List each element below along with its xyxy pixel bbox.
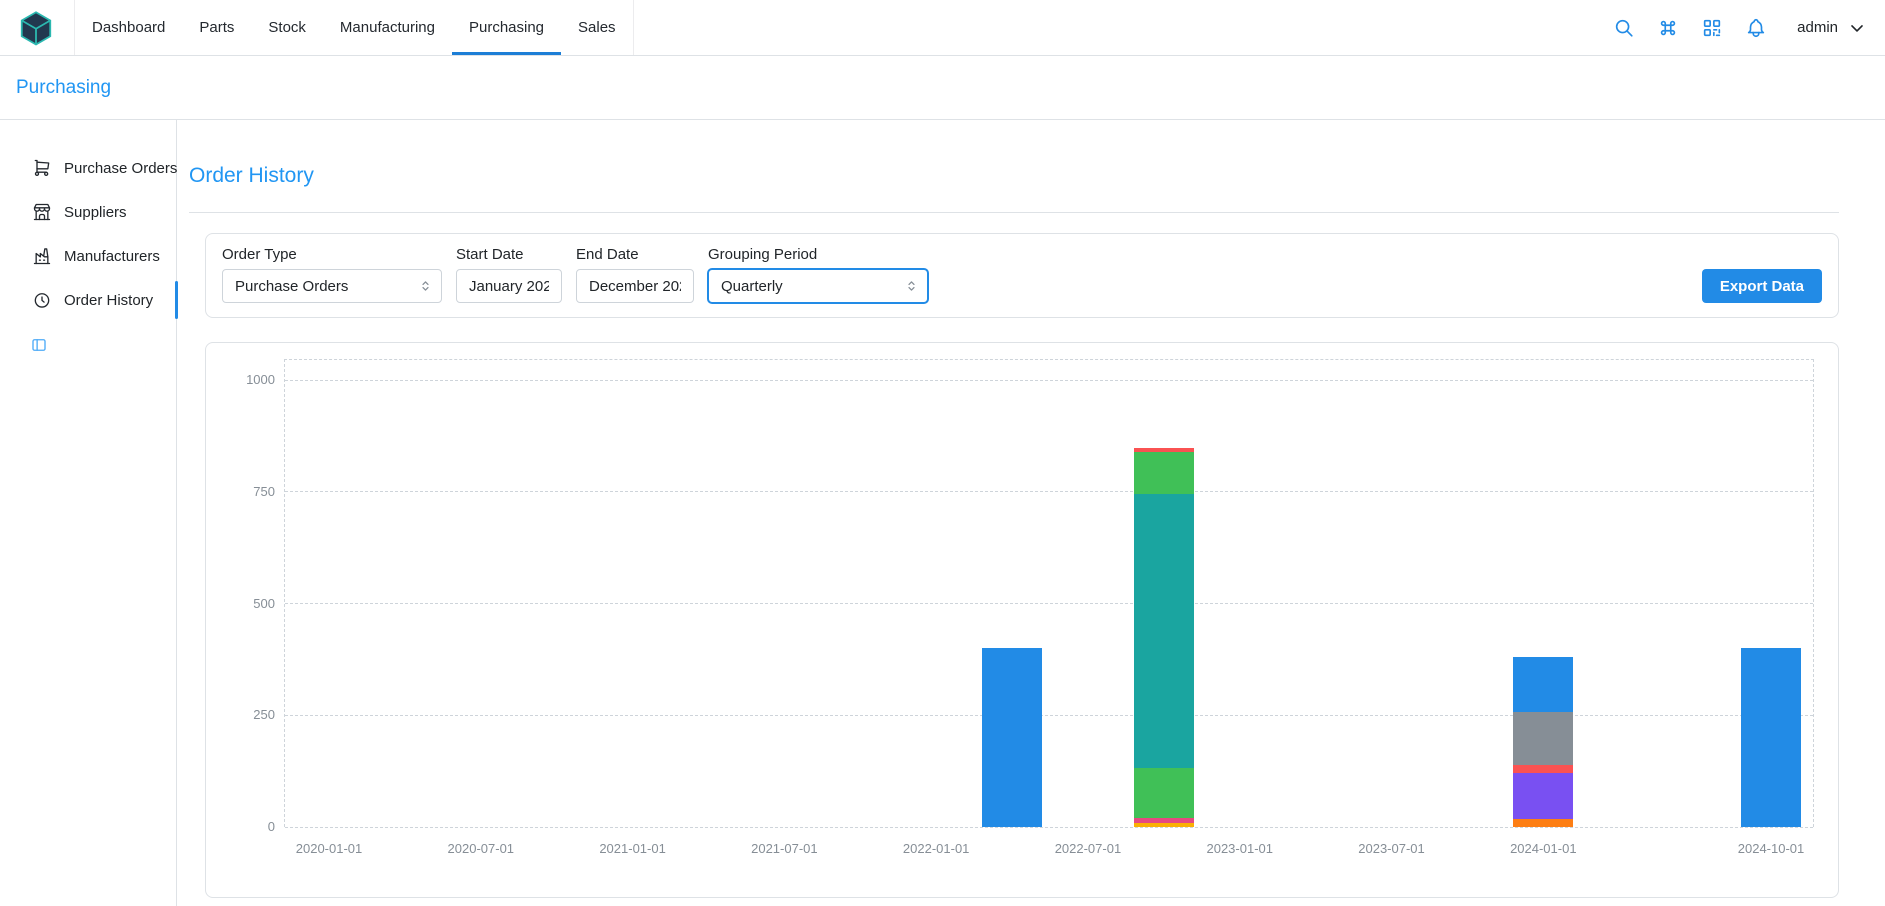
- page-header: Purchasing: [0, 56, 1885, 120]
- end-date-field: End Date: [576, 246, 694, 303]
- x-axis-tick-label: 2020-07-01: [416, 841, 546, 856]
- content-layout: Purchase Orders Suppliers: [0, 120, 1885, 906]
- x-axis-tick-label: 2022-01-01: [871, 841, 1001, 856]
- command-icon[interactable]: [1657, 17, 1679, 39]
- barcode-scan-icon[interactable]: [1701, 17, 1723, 39]
- title-divider: [189, 212, 1839, 213]
- page-title: Order History: [189, 164, 1839, 188]
- search-icon[interactable]: [1613, 17, 1635, 39]
- app-logo-icon[interactable]: [18, 10, 54, 46]
- bar-segment: [982, 648, 1042, 827]
- x-axis-tick-label: 2021-07-01: [719, 841, 849, 856]
- sidebar-item-label: Order History: [64, 292, 153, 309]
- bar-segment: [1513, 657, 1573, 712]
- bar-segment: [1513, 819, 1573, 827]
- bar-segment: [1134, 452, 1194, 494]
- y-axis-tick-label: 0: [227, 819, 275, 834]
- sidebar-collapse-icon[interactable]: [30, 336, 48, 354]
- chevron-updown-icon: [903, 278, 920, 295]
- factory-icon: [32, 246, 52, 266]
- user-menu[interactable]: admin: [1797, 18, 1867, 38]
- bar-segment: [1134, 818, 1194, 824]
- main-nav-tabs: Dashboard Parts Stock Manufacturing Purc…: [74, 0, 634, 55]
- y-axis-tick-label: 500: [227, 596, 275, 611]
- x-axis-tick-label: 2023-07-01: [1327, 841, 1457, 856]
- sidebar-item-suppliers[interactable]: Suppliers: [0, 190, 176, 234]
- shopping-cart-icon: [32, 158, 52, 178]
- grouping-period-select[interactable]: Quarterly: [708, 269, 928, 303]
- x-axis-tick-label: 2023-01-01: [1175, 841, 1305, 856]
- chart-gridline: [285, 491, 1813, 492]
- tab-sales[interactable]: Sales: [561, 0, 633, 55]
- tab-stock[interactable]: Stock: [251, 0, 323, 55]
- history-clock-icon: [32, 290, 52, 310]
- sidebar-item-manufacturers[interactable]: Manufacturers: [0, 234, 176, 278]
- x-axis-tick-label: 2021-01-01: [568, 841, 698, 856]
- top-navbar: Dashboard Parts Stock Manufacturing Purc…: [0, 0, 1885, 56]
- navbar-actions: admin: [1613, 17, 1867, 39]
- tab-parts[interactable]: Parts: [182, 0, 251, 55]
- end-date-input[interactable]: [576, 269, 694, 303]
- x-axis-tick-label: 2024-10-01: [1706, 841, 1836, 856]
- bar-segment: [1134, 768, 1194, 818]
- chart-gridline: [285, 380, 1813, 381]
- sidebar-item-label: Purchase Orders: [64, 160, 177, 177]
- x-axis-tick-label: 2024-01-01: [1478, 841, 1608, 856]
- export-data-button[interactable]: Export Data: [1702, 269, 1822, 303]
- y-axis-tick-label: 250: [227, 707, 275, 722]
- chart-gridline: [285, 715, 1813, 716]
- order-type-value: Purchase Orders: [235, 278, 348, 295]
- sidebar-item-label: Suppliers: [64, 204, 127, 221]
- order-type-label: Order Type: [222, 246, 442, 263]
- chart-plot: 025050075010002020-01-012020-07-012021-0…: [284, 359, 1814, 827]
- x-axis-tick-label: 2020-01-01: [264, 841, 394, 856]
- bar-segment: [1513, 773, 1573, 819]
- bar-segment: [1134, 448, 1194, 452]
- x-axis-tick-label: 2022-07-01: [1023, 841, 1153, 856]
- grouping-period-field: Grouping Period Quarterly: [708, 246, 928, 303]
- notifications-bell-icon[interactable]: [1745, 17, 1767, 39]
- chart-gridline: [285, 603, 1813, 604]
- user-name: admin: [1797, 19, 1838, 36]
- breadcrumb-purchasing[interactable]: Purchasing: [16, 77, 111, 99]
- tab-purchasing[interactable]: Purchasing: [452, 0, 561, 55]
- start-date-field: Start Date: [456, 246, 562, 303]
- tab-dashboard[interactable]: Dashboard: [75, 0, 182, 55]
- tab-manufacturing[interactable]: Manufacturing: [323, 0, 452, 55]
- chart-gridline: [285, 827, 1813, 828]
- sidebar-item-order-history[interactable]: Order History: [0, 278, 176, 322]
- start-date-input[interactable]: [456, 269, 562, 303]
- start-date-label: Start Date: [456, 246, 562, 263]
- grouping-period-label: Grouping Period: [708, 246, 928, 263]
- order-history-chart: 0 250 500 750 1000 2020-01-01 2020-07-01 2021-0…: [205, 342, 1839, 898]
- purchasing-sidebar: Purchase Orders Suppliers: [0, 120, 177, 906]
- bar-segment: [1134, 823, 1194, 827]
- filter-card: Order Type Purchase Orders Start Date En…: [205, 233, 1839, 318]
- building-store-icon: [32, 202, 52, 222]
- sidebar-item-label: Manufacturers: [64, 248, 160, 265]
- bar-segment: [1513, 765, 1573, 773]
- end-date-label: End Date: [576, 246, 694, 263]
- chevron-down-icon: [1847, 18, 1867, 38]
- main-content: Order History Order Type Purchase Orders…: [177, 120, 1885, 906]
- bar-segment: [1513, 712, 1573, 765]
- y-axis-tick-label: 750: [227, 484, 275, 499]
- grouping-period-value: Quarterly: [721, 278, 783, 295]
- y-axis-tick-label: 1000: [227, 372, 275, 387]
- bar-segment: [1741, 648, 1801, 827]
- order-type-select[interactable]: Purchase Orders: [222, 269, 442, 303]
- bar-segment: [1134, 494, 1194, 768]
- order-type-field: Order Type Purchase Orders: [222, 246, 442, 303]
- chevron-updown-icon: [417, 278, 434, 295]
- sidebar-item-purchase-orders[interactable]: Purchase Orders: [0, 146, 176, 190]
